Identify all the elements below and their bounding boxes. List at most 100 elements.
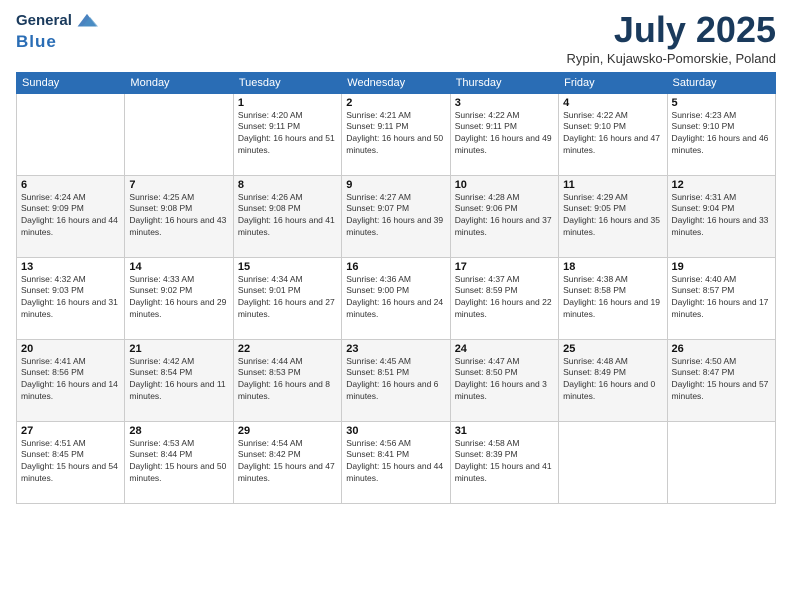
table-row: 25Sunrise: 4:48 AMSunset: 8:49 PMDayligh… bbox=[559, 339, 667, 421]
cell-date: 1 bbox=[238, 97, 337, 109]
table-row: 17Sunrise: 4:37 AMSunset: 8:59 PMDayligh… bbox=[450, 257, 558, 339]
table-row: 12Sunrise: 4:31 AMSunset: 9:04 PMDayligh… bbox=[667, 175, 775, 257]
table-row: 8Sunrise: 4:26 AMSunset: 9:08 PMDaylight… bbox=[233, 175, 341, 257]
cell-date: 30 bbox=[346, 425, 445, 437]
cell-info: Sunrise: 4:25 AMSunset: 9:08 PMDaylight:… bbox=[129, 192, 228, 240]
cell-date: 31 bbox=[455, 425, 554, 437]
table-row bbox=[667, 421, 775, 503]
cell-date: 2 bbox=[346, 97, 445, 109]
table-row: 24Sunrise: 4:47 AMSunset: 8:50 PMDayligh… bbox=[450, 339, 558, 421]
cell-info: Sunrise: 4:47 AMSunset: 8:50 PMDaylight:… bbox=[455, 356, 554, 404]
table-row: 6Sunrise: 4:24 AMSunset: 9:09 PMDaylight… bbox=[17, 175, 125, 257]
cell-info: Sunrise: 4:38 AMSunset: 8:58 PMDaylight:… bbox=[563, 274, 662, 322]
cell-date: 3 bbox=[455, 97, 554, 109]
cell-date: 26 bbox=[672, 343, 771, 355]
cell-date: 19 bbox=[672, 261, 771, 273]
header-monday: Monday bbox=[125, 72, 233, 93]
logo-text: General bbox=[16, 12, 72, 29]
cell-info: Sunrise: 4:33 AMSunset: 9:02 PMDaylight:… bbox=[129, 274, 228, 322]
table-row: 16Sunrise: 4:36 AMSunset: 9:00 PMDayligh… bbox=[342, 257, 450, 339]
cell-info: Sunrise: 4:24 AMSunset: 9:09 PMDaylight:… bbox=[21, 192, 120, 240]
table-row bbox=[17, 93, 125, 175]
calendar-week-row: 1Sunrise: 4:20 AMSunset: 9:11 PMDaylight… bbox=[17, 93, 776, 175]
cell-date: 21 bbox=[129, 343, 228, 355]
header-sunday: Sunday bbox=[17, 72, 125, 93]
cell-info: Sunrise: 4:29 AMSunset: 9:05 PMDaylight:… bbox=[563, 192, 662, 240]
cell-info: Sunrise: 4:42 AMSunset: 8:54 PMDaylight:… bbox=[129, 356, 228, 404]
cell-date: 5 bbox=[672, 97, 771, 109]
cell-info: Sunrise: 4:58 AMSunset: 8:39 PMDaylight:… bbox=[455, 438, 554, 486]
table-row: 28Sunrise: 4:53 AMSunset: 8:44 PMDayligh… bbox=[125, 421, 233, 503]
cell-info: Sunrise: 4:48 AMSunset: 8:49 PMDaylight:… bbox=[563, 356, 662, 404]
cell-date: 22 bbox=[238, 343, 337, 355]
table-row: 19Sunrise: 4:40 AMSunset: 8:57 PMDayligh… bbox=[667, 257, 775, 339]
header-friday: Friday bbox=[559, 72, 667, 93]
cell-date: 4 bbox=[563, 97, 662, 109]
logo-icon bbox=[76, 10, 98, 32]
cell-date: 18 bbox=[563, 261, 662, 273]
cell-info: Sunrise: 4:23 AMSunset: 9:10 PMDaylight:… bbox=[672, 110, 771, 158]
cell-date: 12 bbox=[672, 179, 771, 191]
cell-date: 23 bbox=[346, 343, 445, 355]
cell-date: 13 bbox=[21, 261, 120, 273]
table-row bbox=[125, 93, 233, 175]
logo-blue-text: Blue bbox=[16, 32, 57, 52]
cell-info: Sunrise: 4:44 AMSunset: 8:53 PMDaylight:… bbox=[238, 356, 337, 404]
calendar-week-row: 20Sunrise: 4:41 AMSunset: 8:56 PMDayligh… bbox=[17, 339, 776, 421]
cell-info: Sunrise: 4:53 AMSunset: 8:44 PMDaylight:… bbox=[129, 438, 228, 486]
month-title: July 2025 bbox=[566, 10, 776, 50]
table-row: 11Sunrise: 4:29 AMSunset: 9:05 PMDayligh… bbox=[559, 175, 667, 257]
table-row: 26Sunrise: 4:50 AMSunset: 8:47 PMDayligh… bbox=[667, 339, 775, 421]
cell-info: Sunrise: 4:37 AMSunset: 8:59 PMDaylight:… bbox=[455, 274, 554, 322]
cell-info: Sunrise: 4:36 AMSunset: 9:00 PMDaylight:… bbox=[346, 274, 445, 322]
calendar-week-row: 27Sunrise: 4:51 AMSunset: 8:45 PMDayligh… bbox=[17, 421, 776, 503]
table-row: 27Sunrise: 4:51 AMSunset: 8:45 PMDayligh… bbox=[17, 421, 125, 503]
header-wednesday: Wednesday bbox=[342, 72, 450, 93]
cell-date: 15 bbox=[238, 261, 337, 273]
table-row: 23Sunrise: 4:45 AMSunset: 8:51 PMDayligh… bbox=[342, 339, 450, 421]
cell-info: Sunrise: 4:34 AMSunset: 9:01 PMDaylight:… bbox=[238, 274, 337, 322]
cell-info: Sunrise: 4:28 AMSunset: 9:06 PMDaylight:… bbox=[455, 192, 554, 240]
header-thursday: Thursday bbox=[450, 72, 558, 93]
cell-info: Sunrise: 4:40 AMSunset: 8:57 PMDaylight:… bbox=[672, 274, 771, 322]
table-row: 30Sunrise: 4:56 AMSunset: 8:41 PMDayligh… bbox=[342, 421, 450, 503]
page-header: General Blue July 2025 Rypin, Kujawsko-P… bbox=[16, 10, 776, 66]
cell-date: 7 bbox=[129, 179, 228, 191]
cell-info: Sunrise: 4:51 AMSunset: 8:45 PMDaylight:… bbox=[21, 438, 120, 486]
logo: General Blue bbox=[16, 10, 98, 52]
cell-date: 27 bbox=[21, 425, 120, 437]
table-row: 10Sunrise: 4:28 AMSunset: 9:06 PMDayligh… bbox=[450, 175, 558, 257]
table-row: 20Sunrise: 4:41 AMSunset: 8:56 PMDayligh… bbox=[17, 339, 125, 421]
calendar-week-row: 13Sunrise: 4:32 AMSunset: 9:03 PMDayligh… bbox=[17, 257, 776, 339]
location: Rypin, Kujawsko-Pomorskie, Poland bbox=[566, 51, 776, 66]
table-row: 4Sunrise: 4:22 AMSunset: 9:10 PMDaylight… bbox=[559, 93, 667, 175]
cell-info: Sunrise: 4:54 AMSunset: 8:42 PMDaylight:… bbox=[238, 438, 337, 486]
table-row: 5Sunrise: 4:23 AMSunset: 9:10 PMDaylight… bbox=[667, 93, 775, 175]
cell-info: Sunrise: 4:41 AMSunset: 8:56 PMDaylight:… bbox=[21, 356, 120, 404]
cell-info: Sunrise: 4:50 AMSunset: 8:47 PMDaylight:… bbox=[672, 356, 771, 404]
table-row: 7Sunrise: 4:25 AMSunset: 9:08 PMDaylight… bbox=[125, 175, 233, 257]
table-row: 22Sunrise: 4:44 AMSunset: 8:53 PMDayligh… bbox=[233, 339, 341, 421]
cell-info: Sunrise: 4:26 AMSunset: 9:08 PMDaylight:… bbox=[238, 192, 337, 240]
calendar-header-row: Sunday Monday Tuesday Wednesday Thursday… bbox=[17, 72, 776, 93]
cell-info: Sunrise: 4:22 AMSunset: 9:11 PMDaylight:… bbox=[455, 110, 554, 158]
table-row: 1Sunrise: 4:20 AMSunset: 9:11 PMDaylight… bbox=[233, 93, 341, 175]
cell-date: 8 bbox=[238, 179, 337, 191]
title-block: July 2025 Rypin, Kujawsko-Pomorskie, Pol… bbox=[566, 10, 776, 66]
cell-date: 9 bbox=[346, 179, 445, 191]
cell-date: 10 bbox=[455, 179, 554, 191]
cell-info: Sunrise: 4:21 AMSunset: 9:11 PMDaylight:… bbox=[346, 110, 445, 158]
cell-date: 14 bbox=[129, 261, 228, 273]
cell-date: 24 bbox=[455, 343, 554, 355]
cell-date: 11 bbox=[563, 179, 662, 191]
header-saturday: Saturday bbox=[667, 72, 775, 93]
table-row: 18Sunrise: 4:38 AMSunset: 8:58 PMDayligh… bbox=[559, 257, 667, 339]
table-row: 21Sunrise: 4:42 AMSunset: 8:54 PMDayligh… bbox=[125, 339, 233, 421]
table-row: 3Sunrise: 4:22 AMSunset: 9:11 PMDaylight… bbox=[450, 93, 558, 175]
cell-info: Sunrise: 4:22 AMSunset: 9:10 PMDaylight:… bbox=[563, 110, 662, 158]
header-tuesday: Tuesday bbox=[233, 72, 341, 93]
calendar-week-row: 6Sunrise: 4:24 AMSunset: 9:09 PMDaylight… bbox=[17, 175, 776, 257]
table-row: 15Sunrise: 4:34 AMSunset: 9:01 PMDayligh… bbox=[233, 257, 341, 339]
table-row: 29Sunrise: 4:54 AMSunset: 8:42 PMDayligh… bbox=[233, 421, 341, 503]
table-row: 31Sunrise: 4:58 AMSunset: 8:39 PMDayligh… bbox=[450, 421, 558, 503]
